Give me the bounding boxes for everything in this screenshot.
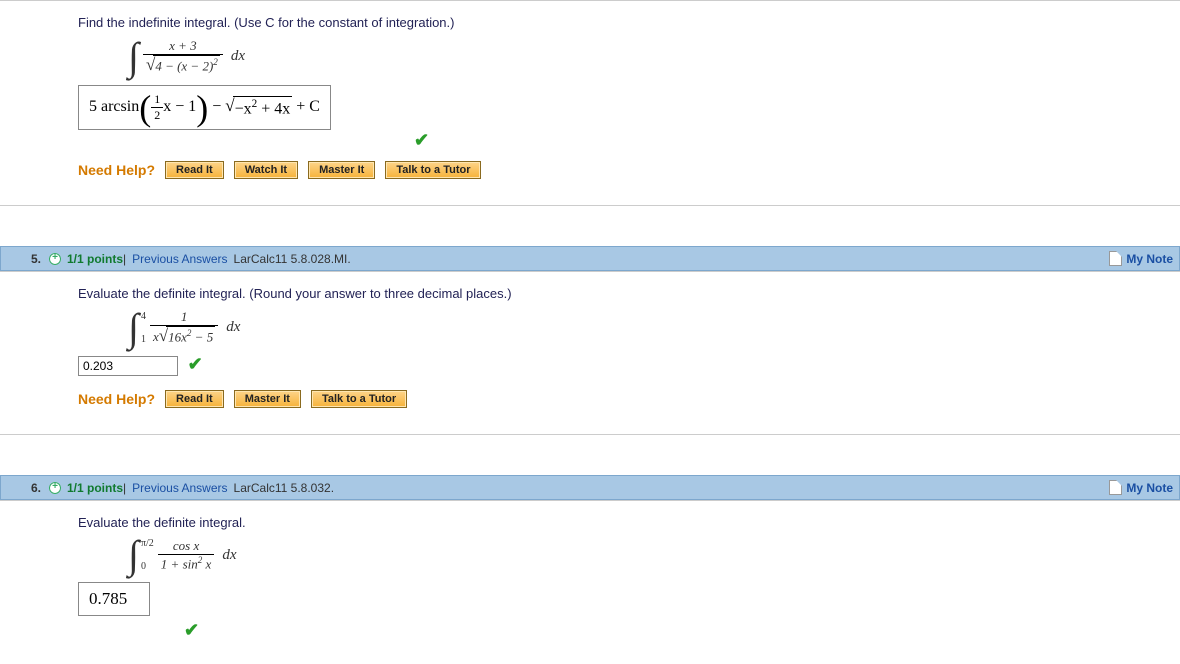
q4-num: x + 3 bbox=[166, 38, 200, 54]
q6-dx: dx bbox=[222, 547, 236, 564]
need-help-label: Need Help? bbox=[78, 162, 155, 178]
notes-icon[interactable] bbox=[1109, 480, 1122, 495]
q4-answer-box[interactable]: 5 arcsin(12x − 1) − √−x2 + 4x + C bbox=[78, 85, 331, 130]
talk-to-tutor-button[interactable]: Talk to a Tutor bbox=[311, 390, 407, 408]
read-it-button[interactable]: Read It bbox=[165, 390, 224, 408]
my-notes-link[interactable]: My Note bbox=[1126, 252, 1173, 266]
q4-a-coef: 5 arcsin bbox=[89, 98, 139, 115]
q4-prompt: Find the indefinite integral. (Use C for… bbox=[78, 15, 1170, 30]
need-help-label: Need Help? bbox=[78, 391, 155, 407]
q4-den-exp: 2 bbox=[213, 57, 218, 67]
q4-integral: ∫ x + 3 √4 − (x − 2)2 dx bbox=[128, 38, 1170, 75]
q5-num: 1 bbox=[178, 309, 191, 325]
check-icon: ✔ bbox=[414, 130, 429, 150]
q6-num: cos x bbox=[170, 538, 202, 554]
q6-number: 6. bbox=[7, 481, 49, 495]
question-6-body: Evaluate the definite integral. ∫ π/20 c… bbox=[0, 500, 1180, 651]
read-it-button[interactable]: Read It bbox=[165, 161, 224, 179]
talk-to-tutor-button[interactable]: Talk to a Tutor bbox=[385, 161, 481, 179]
q4-dx: dx bbox=[231, 48, 245, 65]
q5-prompt: Evaluate the definite integral. (Round y… bbox=[78, 286, 1170, 301]
q5-number: 5. bbox=[7, 252, 49, 266]
integral-icon: ∫ bbox=[128, 543, 139, 567]
expand-icon[interactable]: + bbox=[49, 482, 61, 494]
q5-integral: ∫ 41 1 x√16x2 − 5 dx bbox=[128, 309, 1170, 346]
check-icon: ✔ bbox=[188, 354, 203, 374]
watch-it-button[interactable]: Watch It bbox=[234, 161, 298, 179]
my-notes-link[interactable]: My Note bbox=[1126, 481, 1173, 495]
notes-icon[interactable] bbox=[1109, 251, 1122, 266]
q5-points: 1/1 points bbox=[67, 252, 123, 266]
expand-icon[interactable]: + bbox=[49, 253, 61, 265]
check-icon: ✔ bbox=[184, 620, 199, 640]
previous-answers-link[interactable]: Previous Answers bbox=[132, 481, 227, 495]
master-it-button[interactable]: Master It bbox=[308, 161, 375, 179]
q6-answer-box[interactable]: 0.785 bbox=[78, 582, 150, 616]
q5-ref: LarCalc11 5.8.028.MI. bbox=[234, 252, 351, 266]
master-it-button[interactable]: Master It bbox=[234, 390, 301, 408]
integral-icon: ∫ bbox=[128, 316, 139, 340]
q6-points: 1/1 points bbox=[67, 481, 123, 495]
q6-ref: LarCalc11 5.8.032. bbox=[234, 481, 335, 495]
q6-integral: ∫ π/20 cos x 1 + sin2 x dx bbox=[128, 538, 1170, 572]
q5-header: 5. + 1/1 points | Previous Answers LarCa… bbox=[0, 246, 1180, 271]
previous-answers-link[interactable]: Previous Answers bbox=[132, 252, 227, 266]
q5-dx: dx bbox=[226, 319, 240, 336]
question-4-body: Find the indefinite integral. (Use C for… bbox=[0, 0, 1180, 206]
question-5-body: Evaluate the definite integral. (Round y… bbox=[0, 271, 1180, 435]
q5-help-row: Need Help? Read It Master It Talk to a T… bbox=[78, 390, 1170, 408]
q5-answer-box[interactable]: 0.203 bbox=[78, 356, 178, 376]
integral-icon: ∫ bbox=[128, 45, 139, 69]
q4-help-row: Need Help? Read It Watch It Master It Ta… bbox=[78, 161, 1170, 179]
q6-header: 6. + 1/1 points | Previous Answers LarCa… bbox=[0, 475, 1180, 500]
q4-den-inside: 4 − (x − 2) bbox=[155, 58, 213, 73]
q6-prompt: Evaluate the definite integral. bbox=[78, 515, 1170, 530]
